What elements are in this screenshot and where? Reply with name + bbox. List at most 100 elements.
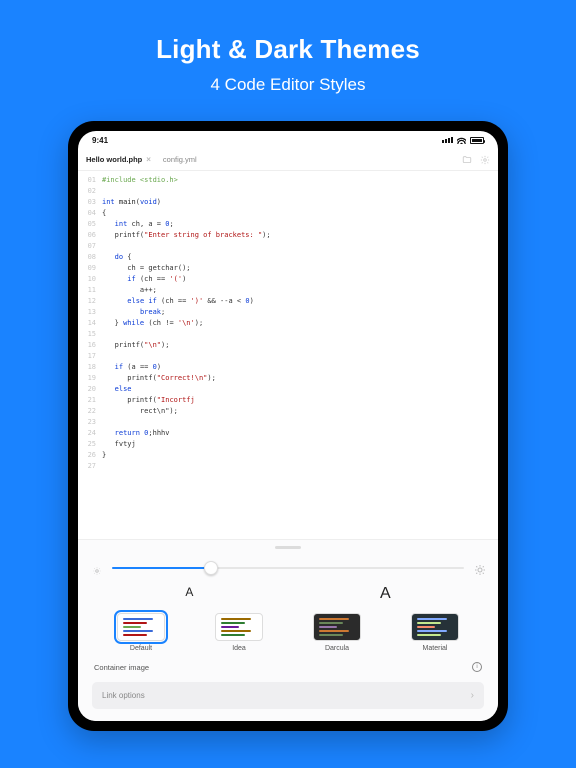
line-number: 05	[84, 219, 102, 230]
code-content: printf("Correct!\n");	[102, 373, 216, 384]
font-size-row: A A	[92, 585, 484, 603]
code-line: 22 rect\n");	[84, 406, 498, 417]
code-content: rect\n");	[102, 406, 178, 417]
tab-0[interactable]: Hello world.php ×	[86, 155, 151, 164]
line-number: 07	[84, 241, 102, 252]
brightness-row	[92, 561, 484, 575]
tab-label: Hello world.php	[86, 155, 142, 164]
folder-icon[interactable]	[462, 155, 472, 165]
code-content: ch = getchar();	[102, 263, 191, 274]
code-content: printf("Enter string of brackets: ");	[102, 230, 271, 241]
font-large-button[interactable]: A	[380, 585, 391, 603]
info-icon[interactable]: i	[472, 662, 482, 672]
theme-swatch	[215, 613, 263, 641]
line-number: 15	[84, 329, 102, 340]
line-number: 11	[84, 285, 102, 296]
code-content: {	[102, 208, 106, 219]
brightness-slider[interactable]	[112, 561, 464, 575]
code-line: 19 printf("Correct!\n");	[84, 373, 498, 384]
line-number: 22	[84, 406, 102, 417]
code-line: 11 a++;	[84, 285, 498, 296]
code-content: break;	[102, 307, 165, 318]
brightness-high-icon	[474, 563, 484, 573]
line-number: 27	[84, 461, 102, 472]
theme-option-default[interactable]: Default	[117, 613, 165, 652]
code-content: if (ch == '(')	[102, 274, 186, 285]
tab-1[interactable]: config.yml	[163, 155, 197, 164]
code-line: 18 if (a == 0)	[84, 362, 498, 373]
line-number: 14	[84, 318, 102, 329]
status-bar: 9:41	[78, 131, 498, 149]
settings-sheet: A A Default Idea Darcula Material Container…	[78, 539, 498, 721]
code-line: 01#include <stdio.h>	[84, 175, 498, 186]
theme-swatch	[411, 613, 459, 641]
theme-option-darcula[interactable]: Darcula	[313, 613, 361, 652]
theme-swatch	[117, 613, 165, 641]
line-number: 12	[84, 296, 102, 307]
sheet-grabber[interactable]	[275, 546, 301, 549]
theme-label: Material	[423, 645, 448, 652]
screen: 9:41 Hello world.php × config.yml 01#inclu…	[78, 131, 498, 721]
line-number: 17	[84, 351, 102, 362]
code-content: printf("Incortfj	[102, 395, 195, 406]
line-number: 24	[84, 428, 102, 439]
chevron-right-icon: ›	[471, 690, 474, 701]
code-content: a++;	[102, 285, 157, 296]
code-line: 15	[84, 329, 498, 340]
hero-subtitle: 4 Code Editor Styles	[156, 75, 420, 95]
brightness-low-icon	[92, 563, 102, 573]
battery-icon	[470, 137, 484, 144]
line-number: 06	[84, 230, 102, 241]
code-line: 12 else if (ch == ')' && --a < 0)	[84, 296, 498, 307]
theme-label: Default	[130, 645, 152, 652]
themes-row: Default Idea Darcula Material	[92, 613, 484, 652]
code-line: 25 fvtyj	[84, 439, 498, 450]
code-line: 20 else	[84, 384, 498, 395]
code-line: 09 ch = getchar();	[84, 263, 498, 274]
code-line: 04{	[84, 208, 498, 219]
code-content: #include <stdio.h>	[102, 175, 178, 186]
line-number: 10	[84, 274, 102, 285]
code-line: 13 break;	[84, 307, 498, 318]
line-number: 09	[84, 263, 102, 274]
code-content: int main(void)	[102, 197, 161, 208]
code-line: 27	[84, 461, 498, 472]
hero: Light & Dark Themes 4 Code Editor Styles	[156, 34, 420, 95]
code-line: 07	[84, 241, 498, 252]
line-number: 13	[84, 307, 102, 318]
line-number: 01	[84, 175, 102, 186]
link-options-row[interactable]: Link options ›	[92, 682, 484, 709]
code-line: 08 do {	[84, 252, 498, 263]
theme-swatch	[313, 613, 361, 641]
code-line: 03int main(void)	[84, 197, 498, 208]
code-content: if (a == 0)	[102, 362, 161, 373]
gear-icon[interactable]	[480, 155, 490, 165]
line-number: 08	[84, 252, 102, 263]
container-image-label: Container image i	[92, 662, 484, 672]
code-line: 02	[84, 186, 498, 197]
code-content: else	[102, 384, 132, 395]
line-number: 25	[84, 439, 102, 450]
code-line: 14 } while (ch != '\n');	[84, 318, 498, 329]
code-content: do {	[102, 252, 132, 263]
code-line: 21 printf("Incortfj	[84, 395, 498, 406]
line-number: 23	[84, 417, 102, 428]
line-number: 04	[84, 208, 102, 219]
line-number: 26	[84, 450, 102, 461]
line-number: 21	[84, 395, 102, 406]
theme-option-material[interactable]: Material	[411, 613, 459, 652]
code-content: }	[102, 450, 106, 461]
line-number: 03	[84, 197, 102, 208]
signal-icon	[442, 137, 453, 143]
code-line: 16 printf("\n");	[84, 340, 498, 351]
font-small-button[interactable]: A	[185, 585, 193, 603]
code-editor[interactable]: 01#include <stdio.h>0203int main(void)04…	[78, 171, 498, 539]
wifi-icon	[457, 137, 466, 144]
line-number: 19	[84, 373, 102, 384]
theme-option-idea[interactable]: Idea	[215, 613, 263, 652]
line-number: 18	[84, 362, 102, 373]
close-icon[interactable]: ×	[146, 155, 151, 164]
status-right	[442, 137, 484, 144]
line-number: 20	[84, 384, 102, 395]
line-number: 02	[84, 186, 102, 197]
